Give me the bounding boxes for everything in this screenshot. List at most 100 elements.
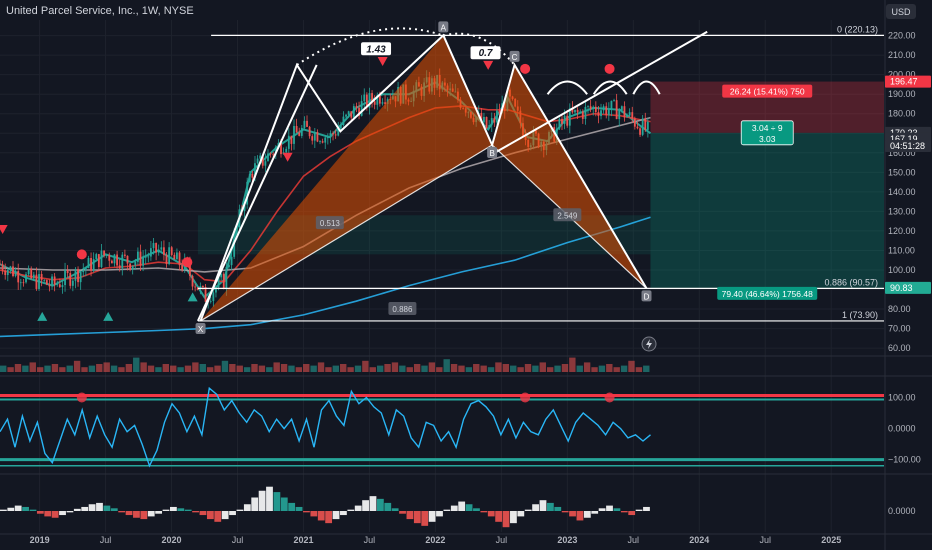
volume-bar [532, 365, 539, 372]
histogram-bar [44, 511, 52, 517]
candle-body [69, 273, 72, 286]
volume-bar [88, 365, 96, 372]
candle-body [6, 269, 9, 276]
candle-body [373, 101, 376, 105]
histogram-bar [354, 505, 362, 511]
candle-body [636, 126, 639, 129]
histogram-bar [384, 502, 392, 511]
volume-bar [628, 360, 635, 372]
candle-body [58, 284, 61, 288]
candle-body [149, 248, 152, 257]
histogram-bar [66, 511, 74, 513]
volume-bar [59, 367, 66, 372]
candle-body [295, 125, 298, 133]
candle-body [628, 112, 631, 116]
histogram-bar [569, 511, 576, 517]
volume-bar [140, 362, 147, 372]
candle-body [121, 254, 124, 269]
candle-body [77, 269, 79, 283]
candle-body [319, 141, 321, 143]
candle-body [163, 247, 165, 255]
candle-body [644, 118, 647, 130]
histogram-bar [325, 511, 333, 524]
histogram-bar [14, 505, 22, 511]
volume-bar [295, 367, 303, 372]
volume-bar [517, 367, 524, 372]
fib-label: 0.886 (90.57) [824, 277, 878, 287]
volume-bar [613, 367, 620, 372]
histogram-bar [376, 498, 384, 511]
time-tick-label: Jul [628, 535, 640, 545]
volume-bar [598, 365, 606, 372]
candle-body [147, 256, 150, 258]
pattern-point-label: X [198, 325, 204, 334]
volume-bar [458, 365, 465, 372]
osc-tick-label: 0.0000 [888, 424, 916, 434]
candle-body [136, 251, 139, 262]
candle-body [176, 252, 178, 260]
volume-bar [450, 364, 458, 372]
candle-body [30, 268, 33, 279]
candle-body [355, 106, 358, 108]
candle-body [566, 115, 569, 126]
price-tick-label: 150.00 [888, 167, 916, 177]
histogram-bar [133, 511, 140, 518]
volume-bar [81, 367, 88, 372]
chart-root[interactable]: 0 (220.13) 0.886 (90.57) 1 (73.90) 60.00 70… [0, 0, 932, 550]
price-tick-label: 190.00 [888, 89, 916, 99]
event-circle [182, 257, 193, 268]
candle-body [342, 116, 345, 126]
histogram-bar [413, 511, 421, 524]
candle-body [212, 292, 215, 301]
fib-label: 1 (73.90) [842, 310, 878, 320]
volume-bar [510, 365, 517, 372]
volume-bar [384, 364, 391, 372]
candle-body [202, 286, 204, 288]
candle-body [490, 118, 493, 126]
histogram-bar [502, 511, 510, 528]
histogram-bar [539, 500, 547, 511]
histogram-bar [473, 508, 480, 511]
candle-body [607, 109, 610, 116]
candle-body [269, 153, 272, 155]
candle-body [613, 100, 615, 101]
pattern-point-label: D [644, 292, 650, 301]
volume-bar [266, 367, 273, 372]
histogram-bar [303, 511, 310, 513]
ratio-label-text: 0.513 [320, 219, 341, 228]
ratio-label-text: 0.7 [479, 48, 493, 59]
candle-body [561, 118, 563, 124]
histogram-bar [310, 511, 318, 517]
candle-body [92, 259, 95, 271]
histogram-bar [118, 511, 126, 513]
target-label-text: 79.40 (46.64%) 1756.48 [722, 289, 813, 299]
chart-canvas[interactable]: 0 (220.13) 0.886 (90.57) 1 (73.90) 60.00 70… [0, 0, 932, 550]
candle-body [329, 133, 332, 138]
price-tick-label: 100.00 [888, 265, 916, 275]
candle-body [181, 265, 184, 270]
volume-bar [177, 367, 184, 372]
candle-body [134, 261, 137, 266]
candle-body [363, 94, 366, 102]
histogram-bar [22, 506, 29, 511]
histogram-bar [88, 504, 96, 511]
candle-body [0, 264, 1, 265]
candle-body [43, 280, 46, 281]
volume-bar [36, 367, 44, 372]
volume-bar [362, 360, 369, 372]
volume-bar [133, 357, 140, 372]
candle-body [563, 115, 566, 124]
histogram-bar [273, 492, 281, 511]
histogram-bar [7, 507, 15, 511]
volume-bar [576, 365, 583, 372]
hist-tick-label: 0.0000 [888, 506, 916, 516]
currency-button[interactable]: USD [891, 7, 911, 17]
histogram-bar [236, 509, 244, 511]
candle-body [204, 287, 207, 302]
candle-body [9, 266, 12, 270]
candle-body [230, 256, 233, 266]
event-circle [520, 63, 531, 74]
candle-body [118, 265, 121, 269]
volume-bar [73, 360, 81, 372]
volume-bar [14, 364, 22, 372]
